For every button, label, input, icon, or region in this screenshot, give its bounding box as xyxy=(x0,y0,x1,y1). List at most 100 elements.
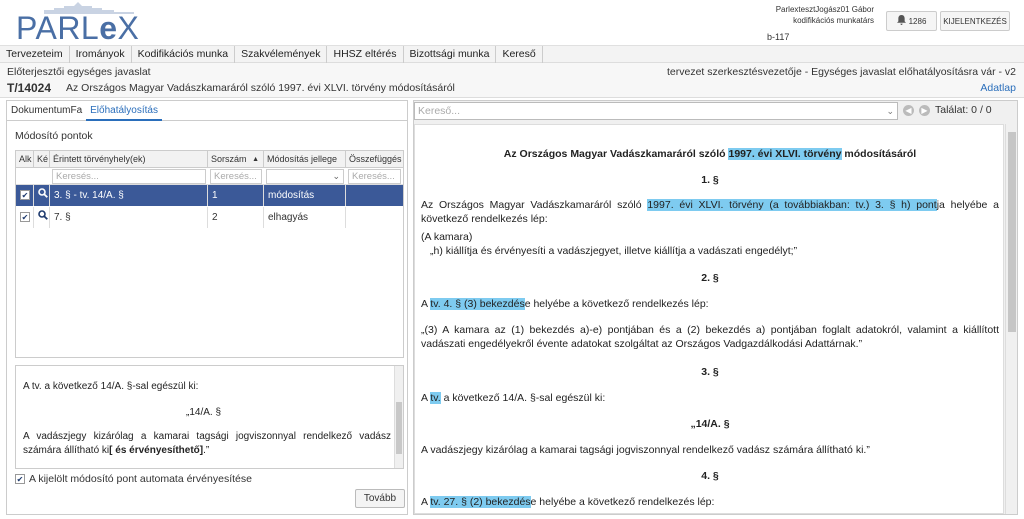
scroll-thumb[interactable] xyxy=(1008,132,1016,332)
nav-item-iromanyok[interactable]: Irományok xyxy=(70,46,132,63)
auto-validate-label: A kijelölt módosító pont automata érvény… xyxy=(29,473,252,485)
s1-highlight: 1997. évi XLVI. törvény (a továbbiakban:… xyxy=(647,199,937,211)
section-2-quote: „(3) A kamara az (1) bekezdés a)-e) pont… xyxy=(421,324,999,350)
check-icon: ✔ xyxy=(15,474,25,484)
check-icon: ✔ xyxy=(20,212,30,223)
modosito-pontok-grid: Alk Ké Érintett törvényhely(ek) Sorszám ▲… xyxy=(15,150,404,358)
match-counter: Találat: 0 / 0 xyxy=(935,104,992,116)
adatlap-link[interactable]: Adatlap xyxy=(980,82,1016,94)
user-name: ParlextesztJogász01 Gábor xyxy=(775,5,874,14)
row-jelleg: módosítás xyxy=(264,185,346,206)
magnifier-icon xyxy=(38,210,48,223)
row-osszefugges xyxy=(346,185,403,206)
nav-item-bizottsagi-munka[interactable]: Bizottsági munka xyxy=(404,46,497,63)
tab-dokumentumfa[interactable]: DokumentumFa xyxy=(7,101,86,121)
col-header-ke[interactable]: Ké xyxy=(34,151,50,168)
s2-text-a: A xyxy=(421,298,431,310)
s3-text-a: A xyxy=(421,392,431,404)
section-3-paragraph: „14/A. § xyxy=(690,418,730,430)
filter-osszefugges-input[interactable]: Keresés... xyxy=(348,169,401,184)
row-alk-checkbox[interactable]: ✔ xyxy=(16,207,34,228)
s2-highlight: tv. 4. § (3) bekezdés xyxy=(430,298,525,310)
chevron-down-icon[interactable]: ⌄ xyxy=(886,103,894,119)
document-number: T/14024 xyxy=(7,81,52,95)
detail-text-bold: [ és érvényesíthető] xyxy=(109,445,204,456)
section-2-text: A tv. 4. § (3) bekezdése helyébe a követ… xyxy=(421,297,999,311)
chevron-down-icon: ⌄ xyxy=(332,171,340,181)
user-code: b-117 xyxy=(767,32,790,42)
s3-highlight: tv. xyxy=(430,392,441,404)
col-header-jelleg[interactable]: Módosítás jellege xyxy=(264,151,346,168)
detail-scrollbar[interactable] xyxy=(394,366,403,468)
section-1-number: 1. § xyxy=(701,174,719,186)
sort-asc-icon: ▲ xyxy=(252,156,259,163)
row-erintett: 7. § xyxy=(50,207,208,228)
filter-jelleg-select[interactable]: ⌄ xyxy=(266,169,344,184)
row-alk-checkbox[interactable]: ✔ xyxy=(16,185,34,206)
notifications-button[interactable]: 1286 xyxy=(886,11,937,31)
section-3-number: 3. § xyxy=(701,366,719,378)
prev-result-icon[interactable]: ◀ xyxy=(903,105,914,116)
logout-button[interactable]: KIJELENTKEZÉS xyxy=(940,11,1010,31)
section-1-subject: (A kamara) xyxy=(421,231,473,243)
law-title-b: módosításáról xyxy=(841,148,917,160)
row-sorszam: 2 xyxy=(208,207,264,228)
s3-text-b: a következő 14/A. §-sal egészül ki: xyxy=(440,392,606,404)
table-row[interactable]: ✔ 7. § 2 elhagyás xyxy=(16,207,403,228)
s1-text-a: Az Országos Magyar Vadászkamaráról szóló xyxy=(421,199,648,211)
document-header: Előterjesztői egységes javaslat T/14024 … xyxy=(0,63,1024,98)
row-view[interactable] xyxy=(34,207,50,228)
col-header-sorszam-label: Sorszám xyxy=(211,154,247,164)
next-result-icon[interactable]: ▶ xyxy=(919,105,930,116)
nav-item-kodifikacios-munka[interactable]: Kodifikációs munka xyxy=(132,46,236,63)
tab-elohatalyositas[interactable]: Előhatályosítás xyxy=(86,101,162,121)
col-header-osszefugges[interactable]: Összefüggés xyxy=(346,151,403,168)
bell-icon xyxy=(896,15,906,27)
filter-erintett-input[interactable]: Keresés... xyxy=(52,169,206,184)
law-title: Az Országos Magyar Vadászkamaráról szóló… xyxy=(421,147,999,161)
section-4-number: 4. § xyxy=(701,470,719,482)
document-view: Az Országos Magyar Vadászkamaráról szóló… xyxy=(414,124,1004,514)
document-search-input[interactable]: Kereső... ⌄ xyxy=(414,102,898,120)
parlex-logo[interactable]: PARLeX xyxy=(16,2,146,44)
nav-item-hhsz-elteres[interactable]: HHSZ eltérés xyxy=(327,46,404,63)
table-row[interactable]: ✔ 3. § - tv. 14/A. § 1 módosítás xyxy=(16,185,403,206)
section-1-text: Az Országos Magyar Vadászkamaráról szóló… xyxy=(421,198,999,226)
row-view[interactable] xyxy=(34,185,50,206)
nav-item-szakvelemenyek[interactable]: Szakvélemények xyxy=(235,46,328,63)
logo-wordmark: PARLeX xyxy=(16,10,140,46)
document-scrollbar[interactable] xyxy=(1005,124,1017,514)
nav-item-kereso[interactable]: Kereső xyxy=(496,46,543,63)
col-header-sorszam[interactable]: Sorszám ▲ xyxy=(208,151,264,168)
s2-text-b: e helyébe a következő rendelkezés lép: xyxy=(524,298,709,310)
section-3-quote: A vadászjegy kizárólag a kamarai tagsági… xyxy=(421,444,870,456)
next-button[interactable]: Tovább xyxy=(355,489,405,508)
s4-text-a: A xyxy=(421,496,431,508)
detail-intro: A tv. a következő 14/A. §-sal egészül ki… xyxy=(23,381,199,392)
check-icon: ✔ xyxy=(20,190,30,201)
section-4-text: A tv. 27. § (2) bekezdése helyébe a köve… xyxy=(421,495,999,509)
row-erintett: 3. § - tv. 14/A. § xyxy=(50,185,208,206)
app-header: PARLeX ParlextesztJogász01 Gábor kodifik… xyxy=(0,0,1024,45)
left-tabs: DokumentumFa Előhatályosítás xyxy=(7,101,407,121)
section-title: Módosító pontok xyxy=(15,130,93,142)
row-sorszam: 1 xyxy=(208,185,264,206)
scroll-thumb[interactable] xyxy=(396,402,402,454)
document-title: Az Országos Magyar Vadászkamaráról szóló… xyxy=(66,82,455,94)
col-header-erintett[interactable]: Érintett törvényhely(ek) xyxy=(50,151,208,168)
s4-highlight: tv. 27. § (2) bekezdés xyxy=(430,496,531,508)
left-panel: DokumentumFa Előhatályosítás Módosító po… xyxy=(6,100,408,515)
law-title-a: Az Országos Magyar Vadászkamaráról szóló xyxy=(503,148,729,160)
search-placeholder: Kereső... xyxy=(418,105,461,117)
user-role: kodifikációs munkatárs xyxy=(793,16,874,25)
nav-item-tervezeteim[interactable]: Tervezeteim xyxy=(0,46,70,63)
section-2-number: 2. § xyxy=(701,272,719,284)
section-3-text: A tv. a következő 14/A. §-sal egészül ki… xyxy=(421,391,999,405)
magnifier-icon xyxy=(38,188,48,201)
col-header-alk[interactable]: Alk xyxy=(16,151,34,168)
grid-filter-row: Keresés... Keresés... ⌄ Keresés... xyxy=(16,168,403,185)
auto-validate-checkbox[interactable]: ✔ A kijelölt módosító pont automata érvé… xyxy=(15,473,252,485)
filter-sorszam-input[interactable]: Keresés... xyxy=(210,169,262,184)
user-info: ParlextesztJogász01 Gábor kodifikációs m… xyxy=(776,4,874,26)
main-nav: Tervezeteim Irományok Kodifikációs munka… xyxy=(0,45,1024,63)
